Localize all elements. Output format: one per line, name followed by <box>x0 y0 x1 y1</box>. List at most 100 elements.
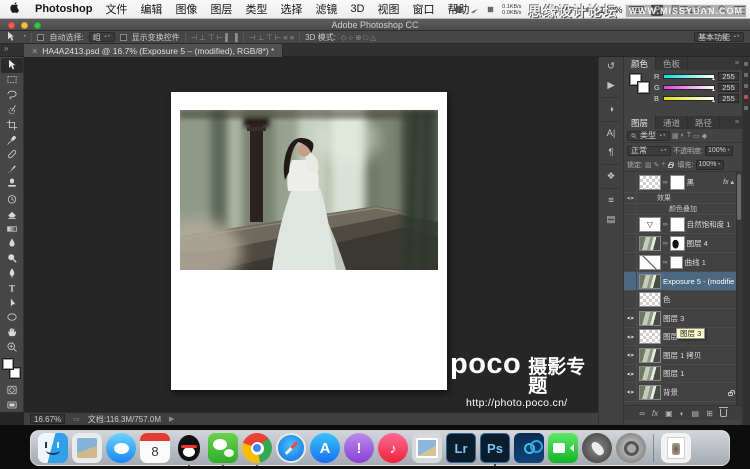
align-buttons-group[interactable]: ⊣ ⊥ ⊤ ⊢ ▌ ▐ <box>191 33 238 42</box>
visibility-toggle[interactable] <box>624 346 637 364</box>
path-selection-tool[interactable] <box>1 295 23 310</box>
vibrance-adjustment-icon[interactable]: ▽ <box>639 217 661 232</box>
layer-row-1[interactable]: 图层 1 <box>624 365 742 383</box>
layer-thumbnail[interactable] <box>639 311 661 326</box>
healing-brush-tool[interactable] <box>1 147 23 162</box>
tray-app2-icon[interactable] <box>470 5 479 14</box>
layers-panel-menu-icon[interactable]: ≡ <box>735 119 739 126</box>
dodge-tool[interactable] <box>1 251 23 266</box>
layer-mask-thumbnail[interactable] <box>670 175 685 190</box>
dock-chrome-icon[interactable] <box>242 433 272 463</box>
layer-name[interactable]: 图层 1 <box>663 368 734 379</box>
paragraph-panel-icon[interactable]: ¶ <box>598 143 624 162</box>
effects-row[interactable]: 效果 <box>624 193 742 204</box>
mode3d-buttons-group[interactable]: ◇ ○ ⊕ □ △ <box>341 33 376 42</box>
dock-qq-icon[interactable] <box>174 433 204 463</box>
layer-thumbnail[interactable] <box>639 236 661 251</box>
blue-value[interactable]: 255 <box>718 94 739 103</box>
dock-lightroom-icon[interactable]: Lr <box>446 433 476 463</box>
layer-mask-thumbnail[interactable] <box>670 217 685 232</box>
visibility-toggle[interactable] <box>624 328 637 345</box>
foreground-color-swatch[interactable] <box>2 358 14 370</box>
layer-row-1-copy[interactable]: 图层 1 拷贝 <box>624 346 742 365</box>
3d-panel-icon[interactable]: ❖ <box>598 167 624 186</box>
layer-name[interactable]: 图层 4 <box>687 238 734 249</box>
layer-name[interactable]: 曲线 1 <box>685 257 734 268</box>
styles-panel-icon[interactable]: ▤ <box>598 210 624 229</box>
opacity-value[interactable]: 100%▼ <box>705 146 733 156</box>
distribute-buttons-group[interactable]: ⊣ ⊥ ⊤ ⊢ ≡ ≡ <box>249 33 294 42</box>
fill-value[interactable]: 100%▼ <box>696 160 724 170</box>
menu-layer[interactable]: 图层 <box>210 1 232 17</box>
tray-app-icon[interactable] <box>454 5 463 14</box>
quick-selection-tool[interactable] <box>1 102 23 117</box>
shape-tool[interactable] <box>1 310 23 325</box>
menu-image[interactable]: 图像 <box>175 1 197 17</box>
dock-purple-app-icon[interactable]: ! <box>344 433 374 463</box>
dock-launchpad-icon[interactable] <box>582 433 612 463</box>
layer-name[interactable]: 图层 3 <box>663 313 734 324</box>
tab-channels[interactable]: 通道 <box>656 116 688 129</box>
filter-type-icon[interactable]: T <box>687 132 691 139</box>
layer-row-3[interactable]: 图层 3 <box>624 309 742 328</box>
history-brush-tool[interactable] <box>1 191 23 206</box>
adjustments-panel-icon[interactable]: ◑ <box>598 100 624 119</box>
layer-name[interactable]: 色 <box>663 294 734 305</box>
zoom-level-field[interactable]: 16.67% <box>30 414 65 424</box>
layer-thumbnail[interactable] <box>639 366 661 381</box>
actions-panel-icon[interactable]: ▶ <box>598 76 624 95</box>
dock-finder-icon[interactable] <box>38 433 68 463</box>
layer-name[interactable]: Exposure 5 - (modified) <box>663 277 734 286</box>
eyedropper-tool[interactable] <box>1 132 23 147</box>
visibility-toggle[interactable] <box>624 234 637 252</box>
lasso-tool[interactable] <box>1 88 23 103</box>
menu-filter[interactable]: 滤镜 <box>315 1 337 17</box>
delete-layer-button[interactable] <box>720 409 727 417</box>
dock-photobooth-icon[interactable] <box>412 433 442 463</box>
layer-name[interactable]: 图层 1 拷贝 <box>663 350 734 361</box>
tab-swatches[interactable]: 色板 <box>656 57 688 70</box>
brush-tool[interactable] <box>1 162 23 177</box>
link-layers-button[interactable]: ∞ <box>639 409 645 418</box>
edge-icon-5[interactable] <box>744 106 748 110</box>
dock-facetime-icon[interactable] <box>548 433 578 463</box>
menu-file[interactable]: 文件 <box>105 1 127 17</box>
clock-tray-icon[interactable] <box>551 5 560 14</box>
visibility-toggle[interactable] <box>624 291 637 308</box>
overlay-visibility-toggle[interactable] <box>624 204 637 214</box>
blur-tool[interactable] <box>1 236 23 251</box>
filter-shape-icon[interactable]: ▭ <box>693 132 700 140</box>
new-group-button[interactable]: ▤ <box>692 409 700 418</box>
panel-background-swatch[interactable] <box>637 81 650 94</box>
effects-visibility-toggle[interactable] <box>624 193 637 203</box>
canvas-area[interactable]: poco 摄影专题 http://photo.poco.cn/ <box>24 57 598 412</box>
tab-color[interactable]: 颜色 <box>624 57 656 70</box>
status-menu-arrow-icon[interactable]: ▶ <box>169 415 174 423</box>
layer-mask-thumbnail[interactable] <box>670 236 685 251</box>
dock-messages-icon[interactable] <box>106 433 136 463</box>
preset-dropdown-icon[interactable]: ▼ <box>23 35 26 39</box>
menu-3d[interactable]: 3D <box>350 3 364 15</box>
auto-select-checkbox[interactable] <box>37 34 44 41</box>
layer-row-exposure-selected[interactable]: Exposure 5 - (modified) <box>624 272 742 291</box>
filter-pixel-icon[interactable]: ▦ <box>672 132 679 140</box>
edge-icon-3[interactable] <box>744 84 748 88</box>
dock-trash-icon[interactable] <box>695 433 725 463</box>
menu-window[interactable]: 窗口 <box>413 1 435 17</box>
menu-view[interactable]: 视图 <box>378 1 400 17</box>
filter-adjustment-icon[interactable]: ◐ <box>681 132 685 139</box>
dock-photoshop-icon[interactable]: Ps <box>480 433 510 463</box>
type-tool[interactable]: T <box>1 280 23 295</box>
menu-select[interactable]: 选择 <box>280 1 302 17</box>
lock-transparency-icon[interactable]: ▨ <box>645 161 652 169</box>
blue-slider[interactable]: ▲ <box>663 96 715 101</box>
dock-system-preferences-icon[interactable] <box>616 433 646 463</box>
layer-name[interactable]: 自然饱和度 1 <box>687 219 734 230</box>
visibility-toggle[interactable] <box>624 253 637 271</box>
visibility-toggle[interactable] <box>624 383 637 401</box>
menu-edit[interactable]: 编辑 <box>140 1 162 17</box>
character-panel-icon[interactable]: A| <box>598 124 624 143</box>
layer-row-background[interactable]: 背景 <box>624 383 742 402</box>
screen-mode-button[interactable] <box>1 397 23 412</box>
filter-smart-object-icon[interactable]: ◆ <box>702 132 707 140</box>
